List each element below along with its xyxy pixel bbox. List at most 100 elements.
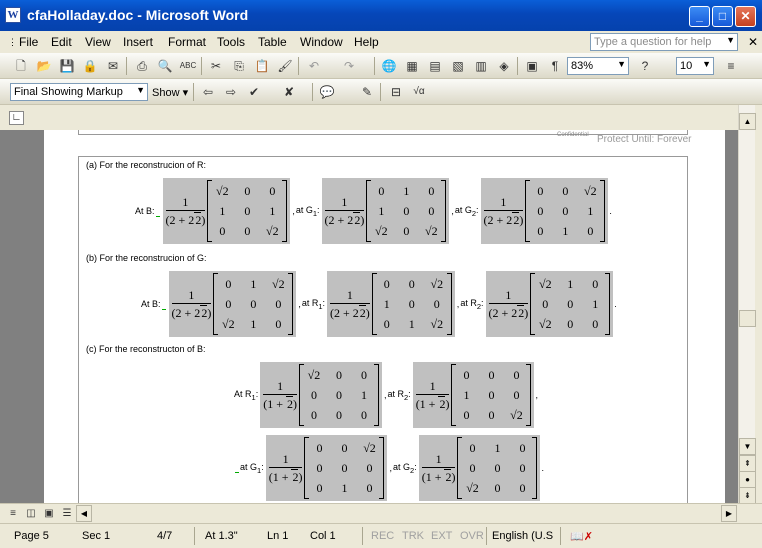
- open-icon[interactable]: 📂: [35, 57, 53, 75]
- redo-icon[interactable]: ↷: [340, 57, 358, 75]
- copy-icon[interactable]: ⎘: [230, 57, 248, 75]
- scroll-thumb[interactable]: [739, 310, 756, 327]
- scroll-down-icon[interactable]: ▼: [739, 438, 756, 455]
- hyperlink-icon[interactable]: 🌐: [380, 57, 398, 75]
- outline-view-icon[interactable]: ☰: [58, 505, 76, 523]
- web-layout-icon[interactable]: ◫: [22, 505, 40, 523]
- undo-icon[interactable]: ↶: [305, 57, 323, 75]
- status-rec[interactable]: REC: [371, 530, 394, 542]
- status-trk[interactable]: TRK: [402, 530, 424, 542]
- minimize-button[interactable]: _: [689, 6, 710, 27]
- matrix-eq-a-g2: 1 (2 + 22) 0 0 √2 0 0 1 0 1 0: [480, 178, 609, 244]
- matrix-eq-a-b: 1 (2 + 22) √2 0 0 1 0 1 0 0 √2: [162, 178, 291, 244]
- print-preview-icon[interactable]: 🔍: [156, 57, 174, 75]
- new-document-icon[interactable]: 🗋: [12, 57, 30, 75]
- align-icon[interactable]: ≡: [722, 57, 740, 75]
- label-at-r2: at R2:: [460, 297, 484, 311]
- label-at-g1: at G1:: [295, 204, 320, 218]
- ask-question-placeholder: Type a question for help: [594, 36, 712, 48]
- track-changes-icon[interactable]: ✎: [358, 83, 376, 101]
- label-at-b2: At B:: [141, 299, 167, 310]
- document-page[interactable]: Confidential Protect Until: Forever (a) …: [44, 130, 725, 503]
- markup-display-select[interactable]: Final Showing Markup ▼: [10, 83, 148, 101]
- window-title: cfaHolladay.doc - Microsoft Word: [27, 7, 249, 23]
- section-a-heading: (a) For the reconstrucion of R:: [86, 160, 207, 170]
- cut-icon[interactable]: ✂: [207, 57, 225, 75]
- paste-icon[interactable]: 📋: [253, 57, 271, 75]
- font-size-select[interactable]: 10 ▼: [676, 57, 714, 75]
- section-c-heading: (c) For the reconstructon of B:: [86, 344, 206, 354]
- next-page-icon[interactable]: ⇟: [739, 487, 756, 504]
- email-icon[interactable]: ✉: [104, 57, 122, 75]
- zoom-select[interactable]: 83% ▼: [567, 57, 629, 75]
- menu-table[interactable]: Table: [258, 35, 287, 49]
- confidential-label: Confidential: [557, 132, 589, 138]
- menu-help[interactable]: Help: [354, 35, 379, 49]
- menu-insert[interactable]: Insert: [123, 35, 153, 49]
- close-document-icon[interactable]: ✕: [748, 35, 758, 49]
- menu-file[interactable]: File: [19, 35, 38, 49]
- matrix-eq-a-g1: 1 (2 + 22) 0 1 0 1 0 0 √2 0 √2: [321, 178, 450, 244]
- maximize-button[interactable]: □: [712, 6, 733, 27]
- help-icon[interactable]: ?: [636, 57, 654, 75]
- matrix-eq-b-r2: 1 (2 + 22) √2 1 0 0 0 1 √2 0 0: [485, 271, 614, 337]
- select-browse-object-icon[interactable]: ●: [739, 471, 756, 488]
- status-at: At 1.3": [205, 530, 238, 542]
- close-button[interactable]: ✕: [735, 6, 756, 27]
- menu-edit[interactable]: Edit: [51, 35, 72, 49]
- chevron-down-icon[interactable]: ▼: [726, 35, 735, 45]
- label-at-r1-c: At R1:: [234, 388, 259, 402]
- columns-icon[interactable]: ▥: [472, 57, 490, 75]
- menu-view[interactable]: View: [85, 35, 111, 49]
- insert-comment-icon[interactable]: 💬: [318, 83, 336, 101]
- matrix-eq-c-g2: 1 (1 + 2) 0 1 0 0 0 0 √2 0 0: [418, 435, 541, 501]
- status-ovr[interactable]: OVR: [460, 530, 484, 542]
- matrix-eq-b-b: 1 (2 + 22) 0 1 √2 0 0 0 √2 1 0: [168, 271, 297, 337]
- tab-selector[interactable]: ∟: [9, 111, 24, 125]
- status-section: Sec 1: [82, 530, 111, 542]
- tables-borders-icon[interactable]: ▦: [403, 57, 421, 75]
- format-painter-icon[interactable]: 🖌: [276, 57, 294, 75]
- next-change-icon[interactable]: ⇨: [222, 83, 240, 101]
- word-app-icon[interactable]: W: [5, 7, 21, 23]
- scroll-right-icon[interactable]: ▶: [721, 505, 737, 522]
- menu-window[interactable]: Window: [300, 35, 343, 49]
- accept-change-icon[interactable]: ✔: [245, 83, 263, 101]
- show-hide-icon[interactable]: ¶: [546, 57, 564, 75]
- equation-row-b: At B: 1 (2 + 22) 0 1 √2 0 0 0 √2 1 0 , at R1: 1 (2…: [141, 271, 617, 337]
- previous-page-icon[interactable]: ⇞: [739, 455, 756, 472]
- document-area: Confidential Protect Until: Forever (a) …: [0, 130, 738, 503]
- print-icon[interactable]: ⎙: [133, 57, 151, 75]
- menu-grip: ⋮: [8, 37, 17, 47]
- markup-display-value: Final Showing Markup: [14, 86, 123, 98]
- horizontal-scrollbar[interactable]: ≡ ◫ ▣ ☰ ◧ ◀ ▶: [0, 503, 762, 523]
- show-label: Show: [152, 87, 180, 99]
- print-layout-icon[interactable]: ▣: [40, 505, 58, 523]
- reviewing-pane-icon[interactable]: ⊟: [387, 83, 405, 101]
- normal-view-icon[interactable]: ≡: [4, 505, 22, 523]
- scroll-up-icon[interactable]: ▲: [739, 113, 756, 130]
- protect-label: Protect Until: Forever: [597, 134, 692, 145]
- save-icon[interactable]: 💾: [58, 57, 76, 75]
- previous-change-icon[interactable]: ⇦: [199, 83, 217, 101]
- show-button[interactable]: Show ▾: [152, 86, 188, 99]
- menu-tools[interactable]: Tools: [217, 35, 245, 49]
- ask-question-input[interactable]: Type a question for help ▼: [590, 33, 738, 51]
- standard-toolbar: 🗋 📂 💾 🔒 ✉ ⎙ 🔍 ABC ✂ ⎘ 📋 🖌 ↶ ↷ 🌐 ▦ ▤ ▧ ▥ …: [0, 53, 762, 79]
- scroll-left-icon[interactable]: ◀: [76, 505, 92, 522]
- insert-excel-icon[interactable]: ▧: [449, 57, 467, 75]
- drawing-icon[interactable]: ◈: [495, 57, 513, 75]
- label-at-r2-c: at R2:: [387, 388, 411, 402]
- reviewing-toolbar: Final Showing Markup ▼ Show ▾ ⇦ ⇨ ✔ ✘ 💬 ✎…: [0, 79, 762, 105]
- document-map-icon[interactable]: ▣: [523, 57, 541, 75]
- menu-format[interactable]: Format: [168, 35, 206, 49]
- spelling-status-icon[interactable]: 📖✗: [570, 530, 593, 543]
- status-ext[interactable]: EXT: [431, 530, 452, 542]
- insert-table-icon[interactable]: ▤: [426, 57, 444, 75]
- vertical-scrollbar[interactable]: ▲ ▼ ⇞ ● ⇟: [738, 105, 756, 504]
- permission-icon[interactable]: 🔒: [81, 57, 99, 75]
- equation-row-c2: at G1: 1 (1 + 2) 0 0 √2 0 0 0 0 1 0 , at G2: 1 (1 …: [234, 435, 544, 501]
- reject-change-icon[interactable]: ✘: [280, 83, 298, 101]
- spelling-icon[interactable]: ABC: [179, 57, 197, 75]
- equation-editor-icon[interactable]: √α: [410, 83, 428, 101]
